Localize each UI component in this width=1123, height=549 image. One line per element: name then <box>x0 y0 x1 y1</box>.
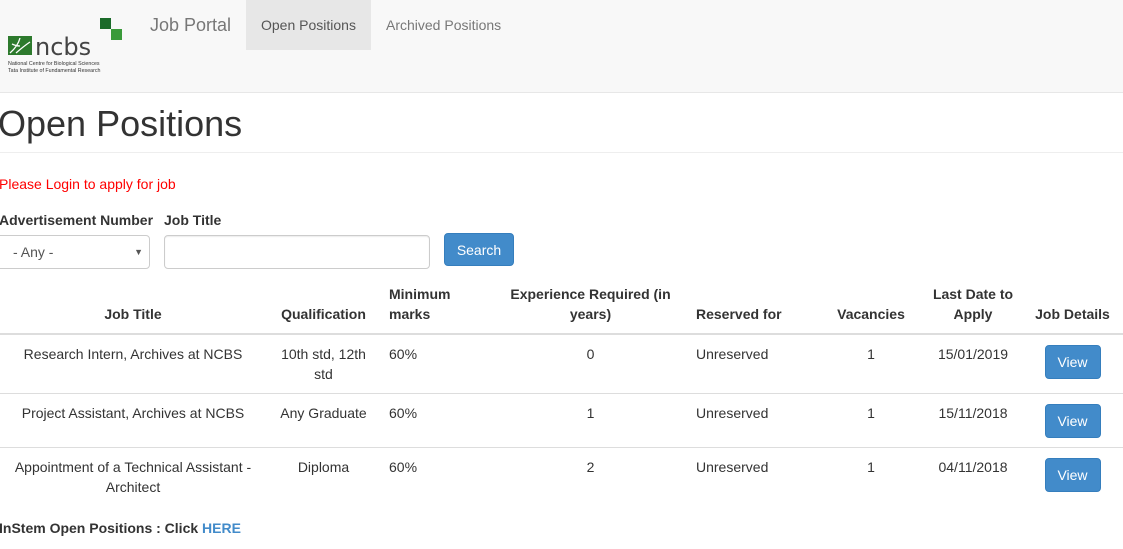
cell-experience: 0 <box>586 346 595 362</box>
cell-job-details: View <box>1022 334 1123 394</box>
header-last-date: Last Date to Apply <box>924 280 1022 335</box>
ncbs-logo[interactable]: ncbs National Centre for Biological Scie… <box>6 16 126 80</box>
cell-reserved: Unreserved <box>688 393 818 448</box>
cell-marks: 60% <box>381 447 493 506</box>
cell-marks: 60% <box>381 393 493 448</box>
table-header-row: Job Title Qualification Minimum marks Ex… <box>0 280 1123 335</box>
table-row: Appointment of a Technical Assistant - A… <box>0 447 1123 506</box>
cell-last-date: 15/01/2019 <box>937 346 1009 362</box>
cell-reserved: Unreserved <box>688 447 818 506</box>
brand-link[interactable]: Job Portal <box>150 14 231 36</box>
svg-text:Tata Institute of Fundamental: Tata Institute of Fundamental Research <box>8 68 101 74</box>
cell-vacancies: 1 <box>818 393 924 448</box>
caret-down-icon: ▼ <box>134 247 143 257</box>
header-job-details: Job Details <box>1022 280 1123 335</box>
view-button[interactable]: View <box>1044 345 1101 379</box>
job-title-label: Job Title <box>164 212 222 228</box>
cell-reserved: Unreserved <box>696 346 769 362</box>
svg-text:ncbs: ncbs <box>35 33 91 61</box>
cell-job-title: Research Intern, Archives at NCBS <box>23 346 243 362</box>
job-title-input[interactable] <box>164 235 430 269</box>
search-button[interactable]: Search <box>444 233 514 266</box>
svg-text:National Centre for Biological: National Centre for Biological Sciences <box>8 61 100 67</box>
top-navbar: ncbs National Centre for Biological Scie… <box>0 0 1123 93</box>
title-divider <box>0 152 1123 153</box>
header-qualification: Qualification <box>266 280 381 335</box>
cell-qualification: Diploma <box>266 447 381 506</box>
header-vacancies: Vacancies <box>818 280 924 335</box>
advertisement-number-label: Advertisement Number <box>0 212 154 228</box>
login-notice: Please Login to apply for job <box>0 176 176 192</box>
view-button[interactable]: View <box>1044 404 1101 438</box>
instem-positions-note: InStem Open Positions : Click HERE <box>0 519 241 537</box>
cell-job-details: View <box>1022 447 1123 506</box>
table-row: Research Intern, Archives at NCBS 10th s… <box>0 334 1123 394</box>
cell-job-title: Appointment of a Technical Assistant - A… <box>0 447 266 506</box>
instem-text: InStem Open Positions : Click <box>0 520 203 536</box>
header-reserved-for: Reserved for <box>688 280 818 335</box>
cell-experience: 1 <box>493 393 688 448</box>
cell-last-date: 15/11/2018 <box>924 393 1022 448</box>
header-experience: Experience Required (in years) <box>493 280 688 335</box>
cell-job-title: Project Assistant, Archives at NCBS <box>0 393 266 448</box>
cell-vacancies: 1 <box>867 346 875 362</box>
cell-qualification: 10th std, 12th std <box>281 346 366 382</box>
cell-vacancies: 1 <box>818 447 924 506</box>
cell-last-date: 04/11/2018 <box>924 447 1022 506</box>
cell-job-details: View <box>1022 393 1123 448</box>
advertisement-number-select[interactable]: - Any - ▼ <box>0 235 150 269</box>
instem-here-link[interactable]: HERE <box>202 520 241 536</box>
jobs-table: Job Title Qualification Minimum marks Ex… <box>0 280 1123 506</box>
header-minimum-marks: Minimum marks <box>381 280 493 335</box>
cell-experience: 2 <box>493 447 688 506</box>
select-value: - Any - <box>13 244 54 260</box>
tab-open-positions[interactable]: Open Positions <box>246 0 371 50</box>
header-job-title: Job Title <box>0 280 266 335</box>
cell-qualification: Any Graduate <box>266 393 381 448</box>
table-row: Project Assistant, Archives at NCBS Any … <box>0 393 1123 448</box>
page-title: Open Positions <box>0 103 243 144</box>
view-button[interactable]: View <box>1044 458 1101 492</box>
cell-marks: 60% <box>389 346 418 362</box>
tab-archived-positions[interactable]: Archived Positions <box>371 0 516 50</box>
